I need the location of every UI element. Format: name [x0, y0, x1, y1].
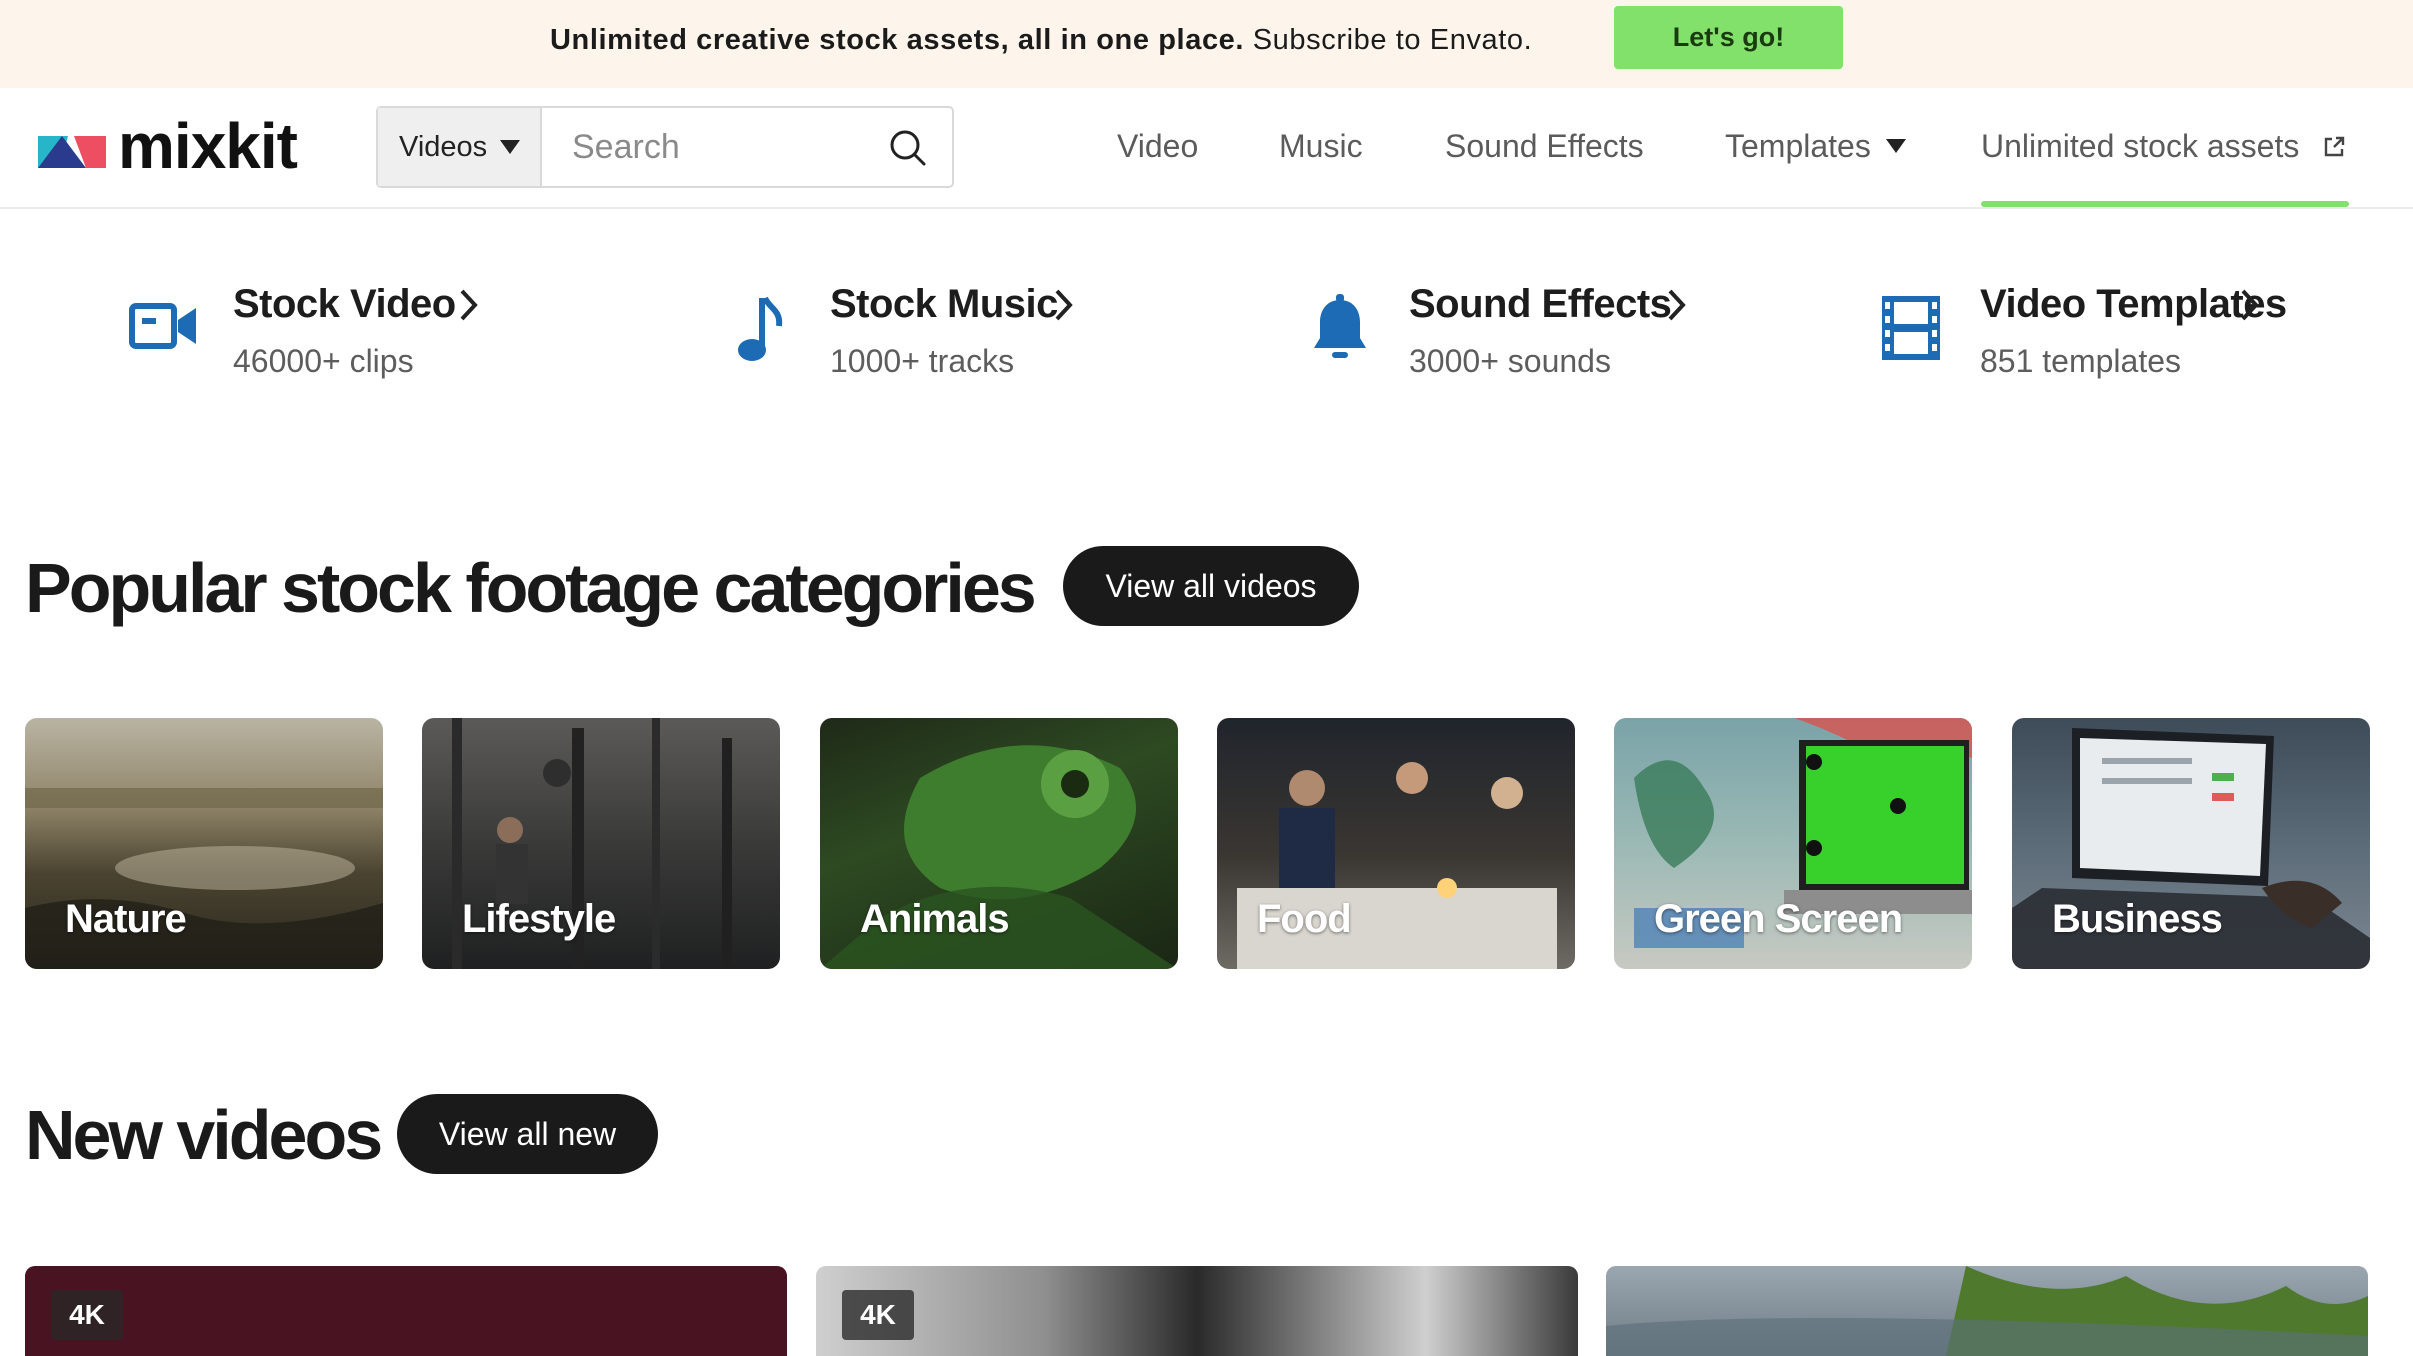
- caret-down-icon: [500, 140, 520, 154]
- category-title: Stock Video: [233, 282, 456, 326]
- music-note-icon: [738, 296, 783, 361]
- nav-video[interactable]: Video: [1117, 126, 1198, 166]
- video-camera-icon: [129, 303, 196, 349]
- logo-mark-icon: [38, 136, 106, 168]
- search-type-select[interactable]: Videos: [378, 108, 542, 186]
- view-all-videos-button[interactable]: View all videos: [1063, 546, 1359, 626]
- tile-label: Nature: [65, 897, 187, 941]
- chevron-right-icon: [2241, 289, 2259, 321]
- category-tile-lifestyle[interactable]: Lifestyle: [422, 718, 780, 969]
- video-card[interactable]: 4K: [25, 1266, 787, 1356]
- new-videos-title: New videos: [25, 1096, 383, 1174]
- promo-text: Unlimited creative stock assets, all in …: [550, 22, 1532, 58]
- video-card[interactable]: 4K: [816, 1266, 1578, 1356]
- tile-label: Animals: [860, 897, 1010, 941]
- tile-label: Business: [2052, 897, 2223, 941]
- category-tile-green-screen[interactable]: Green Screen: [1614, 718, 1972, 969]
- category-title: Stock Music: [830, 282, 1058, 326]
- promo-banner: Unlimited creative stock assets, all in …: [0, 0, 2413, 88]
- view-all-new-button[interactable]: View all new: [397, 1094, 658, 1174]
- category-count: 851 templates: [1980, 343, 2182, 379]
- nav-active-underline: [1981, 201, 2349, 207]
- tile-label: Green Screen: [1654, 897, 1903, 941]
- category-tile-food[interactable]: Food: [1217, 718, 1575, 969]
- nav-templates[interactable]: Templates: [1725, 126, 1871, 166]
- category-stock-music[interactable]: Stock Music 1000+ tracks: [735, 278, 1135, 388]
- video-thumbnail-image: [1606, 1266, 2368, 1356]
- chevron-right-icon: [460, 289, 478, 321]
- nav-templates-label: Templates: [1725, 128, 1871, 164]
- lets-go-button[interactable]: Let's go!: [1614, 6, 1843, 69]
- site-header: mixkit Videos Video Music Sound Effects …: [0, 88, 2413, 209]
- search-bar: Videos: [376, 106, 954, 188]
- category-count: 46000+ clips: [233, 343, 414, 379]
- category-count: 3000+ sounds: [1409, 343, 1611, 379]
- category-title: Sound Effects: [1409, 282, 1672, 326]
- category-tile-animals[interactable]: Animals: [820, 718, 1178, 969]
- logo-text: mixkit: [118, 110, 298, 182]
- category-sound-effects[interactable]: Sound Effects 3000+ sounds: [1310, 278, 1730, 388]
- chevron-right-icon: [1055, 289, 1073, 321]
- resolution-badge: 4K: [842, 1290, 914, 1340]
- mixkit-logo[interactable]: mixkit: [38, 112, 328, 182]
- category-tile-business[interactable]: Business: [2012, 718, 2370, 969]
- promo-bold-text: Unlimited creative stock assets, all in …: [550, 24, 1245, 56]
- nav-sound-effects[interactable]: Sound Effects: [1445, 126, 1644, 166]
- nav-music[interactable]: Music: [1279, 126, 1363, 166]
- nav-unlimited-stock-assets[interactable]: Unlimited stock assets: [1981, 126, 2299, 166]
- category-video-templates[interactable]: Video Templates 851 templates: [1880, 278, 2320, 388]
- nav-unlimited-label: Unlimited stock assets: [1981, 128, 2300, 164]
- external-link-icon: [2324, 136, 2345, 157]
- search-type-value: Videos: [399, 131, 488, 163]
- bell-icon: [1314, 294, 1366, 358]
- chevron-right-icon: [1668, 289, 1686, 321]
- category-count: 1000+ tracks: [830, 343, 1015, 379]
- promo-subscribe-text: Subscribe to Envato.: [1244, 24, 1533, 56]
- film-strip-icon: [1882, 296, 1940, 360]
- resolution-badge: 4K: [51, 1290, 123, 1340]
- tile-label: Lifestyle: [462, 897, 616, 941]
- templates-caret-down-icon: [1886, 139, 1906, 153]
- tile-label: Food: [1257, 897, 1352, 941]
- search-input[interactable]: [542, 108, 872, 186]
- video-card[interactable]: [1606, 1266, 2368, 1356]
- category-tile-nature[interactable]: Nature: [25, 718, 383, 969]
- category-stock-video[interactable]: Stock Video 46000+ clips: [128, 278, 528, 388]
- search-icon[interactable]: [888, 128, 928, 168]
- popular-section-title: Popular stock footage categories: [25, 549, 1037, 627]
